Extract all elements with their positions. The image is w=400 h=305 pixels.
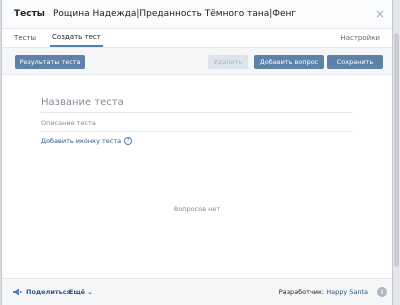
scrollbar[interactable] — [393, 0, 400, 305]
tab-tests[interactable]: Тесты — [14, 34, 40, 47]
window-title: Рощина Надежда|Преданность Тёмного тана|… — [52, 9, 297, 19]
save-button[interactable]: Сохранить — [327, 55, 383, 69]
help-icon[interactable]: ? — [124, 137, 133, 145]
developer-info: Разработчик: Happy Santa — [279, 288, 368, 296]
toolbar: Результаты теста Удалить Добавить вопрос… — [2, 48, 392, 75]
test-description-input[interactable]: Описание теста — [41, 119, 96, 127]
app-title: Тесты — [14, 9, 45, 19]
title-bar: Тесты Рощина Надежда|Преданность Тёмного… — [2, 0, 392, 29]
developer-link[interactable]: Happy Santa — [326, 288, 368, 296]
add-icon-row: Добавить иконку теста ? — [41, 137, 133, 145]
share-label: Поделиться — [26, 288, 71, 296]
divider — [41, 131, 353, 132]
test-results-button[interactable]: Результаты теста — [15, 55, 85, 69]
test-name-input[interactable]: Название теста — [41, 97, 124, 108]
tab-bar: Тесты Создать тест Настройки — [2, 29, 392, 48]
divider — [41, 112, 353, 113]
app-window: Тесты Рощина Надежда|Преданность Тёмного… — [1, 0, 393, 305]
share-button[interactable]: Поделиться — [12, 288, 71, 296]
developer-prefix: Разработчик: — [278, 288, 327, 296]
info-icon[interactable]: i — [377, 287, 387, 297]
tab-create-test[interactable]: Создать тест — [50, 33, 103, 47]
scroll-thumb[interactable] — [394, 33, 399, 267]
delete-button[interactable]: Удалить — [208, 55, 248, 69]
footer: Поделиться Ещё ⌄ Разработчик: Happy Sant… — [2, 278, 392, 305]
add-question-button[interactable]: Добавить вопрос — [254, 55, 324, 69]
empty-questions-text: Вопросов нет — [173, 205, 221, 213]
settings-link[interactable]: Настройки — [340, 34, 380, 42]
add-test-icon-link[interactable]: Добавить иконку теста — [41, 137, 121, 145]
close-icon[interactable]: × — [375, 6, 385, 22]
megaphone-icon — [13, 288, 22, 296]
more-menu[interactable]: Ещё ⌄ — [69, 288, 93, 296]
test-editor: Название теста Описание теста Добавить и… — [2, 75, 392, 260]
